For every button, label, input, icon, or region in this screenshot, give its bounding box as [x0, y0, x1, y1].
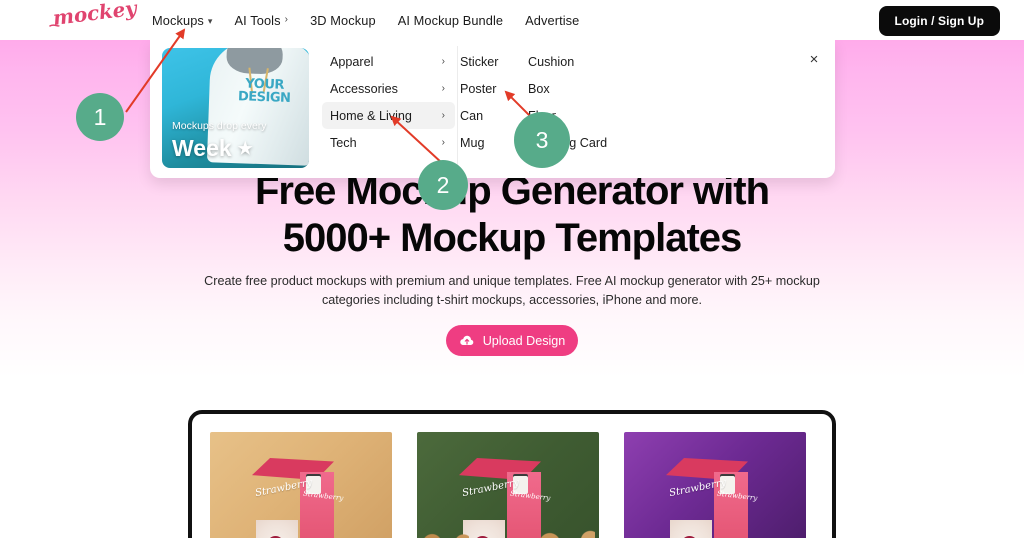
nuts-prop-left — [423, 522, 469, 538]
cloud-upload-icon — [459, 335, 474, 345]
page-root: mockey Mockups ▾ AI Tools › 3D Mockup AI… — [0, 0, 1024, 538]
page-title: Free Mockup Generator with 5000+ Mockup … — [0, 168, 1024, 262]
mockup-gallery-frame: Strawberry Strawberry Strawberry Strawbe… — [188, 410, 836, 538]
login-signup-button[interactable]: Login / Sign Up — [878, 6, 1000, 36]
nav-item-3d-mockup[interactable]: 3D Mockup — [310, 13, 376, 28]
nav-item-advertise[interactable]: Advertise — [525, 13, 579, 28]
dropdown-category-column: Apparel › Accessories › Home & Living › … — [322, 48, 455, 156]
chevron-right-icon: › — [441, 82, 445, 94]
dropdown-subitem-poster[interactable]: Poster — [460, 75, 515, 102]
dropdown-subitem-cushion[interactable]: Cushion — [528, 48, 618, 75]
dropdown-category-apparel-label: Apparel — [330, 54, 374, 69]
dropdown-category-home-living-label: Home & Living — [330, 108, 412, 123]
gallery-item-2[interactable]: Strawberry Strawberry — [417, 432, 599, 538]
nav-item-ai-mockup-bundle-label: AI Mockup Bundle — [397, 12, 504, 28]
dropdown-subitem-can[interactable]: Can — [460, 102, 515, 129]
dropdown-subcategory-column-a: Sticker Poster Can Mug — [460, 48, 515, 156]
upload-design-label: Upload Design — [482, 333, 566, 348]
nav-item-ai-mockup-bundle[interactable]: AI Mockup Bundle — [398, 13, 503, 28]
dropdown-category-tech-label: Tech — [330, 135, 357, 150]
chevron-right-icon: › — [441, 55, 445, 67]
nav-item-ai-tools-label: AI Tools — [234, 12, 281, 28]
dropdown-category-accessories[interactable]: Accessories › — [322, 75, 455, 102]
hoodie-hood — [226, 48, 284, 75]
upload-design-button[interactable]: Upload Design — [446, 325, 578, 356]
gallery-item-3[interactable]: Strawberry Strawberry — [624, 432, 806, 538]
annotation-badge-1: 1 — [76, 93, 124, 141]
promo-your-design-text: YOUR DESIGN — [237, 76, 291, 107]
dropdown-subitem-box[interactable]: Box — [528, 75, 618, 102]
annotation-badge-3: 3 — [514, 112, 570, 168]
promo-tagline: Mockups drop every — [172, 120, 267, 132]
primary-nav-links: Mockups ▾ AI Tools › 3D Mockup AI Mockup… — [152, 0, 579, 40]
svg-text:mockey: mockey — [52, 2, 140, 30]
dropdown-category-tech[interactable]: Tech › — [322, 129, 455, 156]
dropdown-category-apparel[interactable]: Apparel › — [322, 48, 455, 75]
chevron-right-icon: › — [441, 136, 445, 148]
star-icon: ★ — [237, 138, 253, 158]
nuts-prop-right — [537, 518, 595, 538]
nav-item-mockups-label: Mockups — [152, 12, 204, 28]
nav-item-mockups[interactable]: Mockups ▾ — [152, 13, 213, 28]
nav-item-3d-mockup-label: 3D Mockup — [310, 12, 376, 28]
promo-card-weekly-mockups[interactable]: YOUR DESIGN Mockups drop every Week ★ — [162, 48, 309, 168]
page-title-line-2: 5000+ Mockup Templates — [282, 216, 743, 260]
promo-headline-text: Week — [172, 135, 232, 161]
dropdown-subitem-mug[interactable]: Mug — [460, 129, 515, 156]
gallery-item-1[interactable]: Strawberry Strawberry — [210, 432, 392, 538]
chevron-right-icon: › — [284, 14, 289, 25]
dropdown-category-home-living[interactable]: Home & Living › — [322, 102, 455, 129]
chevron-down-icon: ▾ — [207, 15, 213, 26]
mockups-mega-dropdown: YOUR DESIGN Mockups drop every Week ★ Ap… — [150, 40, 835, 178]
dropdown-divider — [457, 46, 458, 172]
nav-item-ai-tools[interactable]: AI Tools › — [235, 13, 289, 28]
nav-item-advertise-label: Advertise — [525, 12, 580, 28]
annotation-badge-2: 2 — [418, 160, 468, 210]
top-navigation-bar: mockey Mockups ▾ AI Tools › 3D Mockup AI… — [0, 0, 1024, 40]
page-subtitle: Create free product mockups with premium… — [204, 274, 820, 307]
dropdown-subitem-sticker[interactable]: Sticker — [460, 48, 515, 75]
dropdown-category-accessories-label: Accessories — [330, 81, 398, 96]
chevron-right-icon: › — [441, 109, 445, 121]
mockey-logo-wordmark: mockey — [49, 0, 140, 30]
mockey-logo[interactable]: mockey — [48, 0, 152, 36]
close-icon[interactable]: × — [805, 50, 823, 68]
promo-headline: Week ★ — [172, 135, 253, 162]
